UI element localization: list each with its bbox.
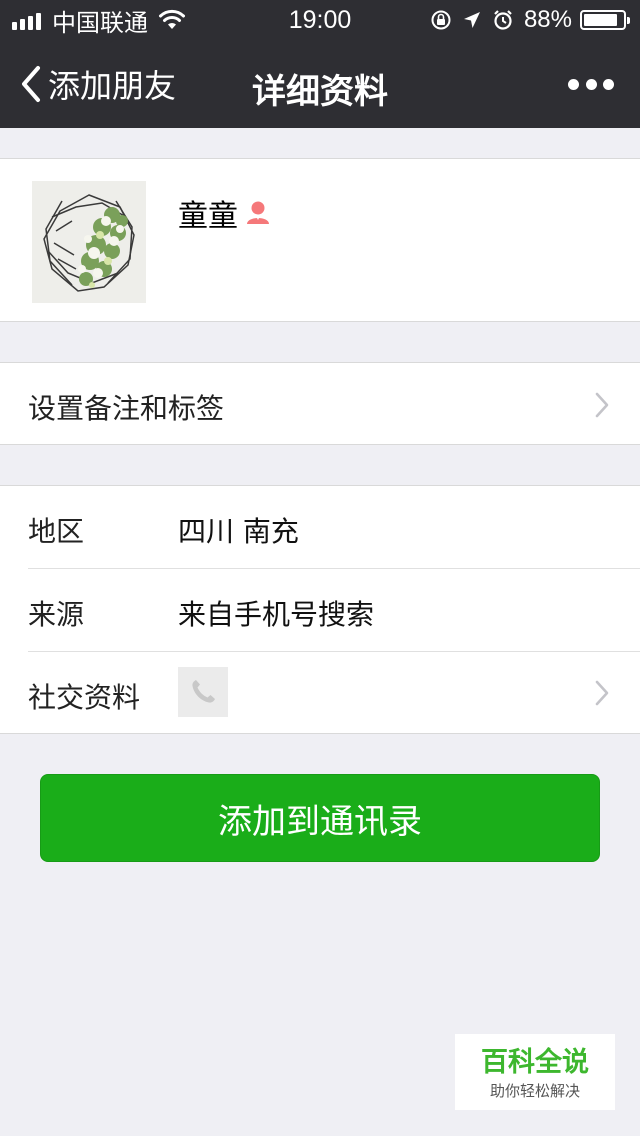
nav-bar: 添加朋友 详细资料 bbox=[0, 40, 640, 128]
battery-percent: 88% bbox=[523, 6, 572, 33]
battery-tip bbox=[627, 17, 630, 24]
phone-icon bbox=[192, 680, 215, 703]
source-row: 来源 来自手机号搜索 bbox=[0, 569, 640, 652]
chevron-right-icon bbox=[595, 392, 609, 418]
watermark-title: 百科全说 bbox=[481, 1047, 589, 1078]
more-button[interactable] bbox=[568, 74, 614, 94]
profile-card: 童童 bbox=[0, 158, 640, 322]
social-profile-label: 社交资料 bbox=[28, 681, 141, 714]
source-label: 来源 bbox=[28, 598, 85, 631]
source-value: 来自手机号搜索 bbox=[178, 598, 375, 631]
nickname: 童童 bbox=[178, 199, 238, 234]
alarm-icon bbox=[494, 10, 512, 30]
region-label: 地区 bbox=[28, 515, 85, 548]
status-bar: 中国联通 19:00 88% bbox=[0, 0, 640, 40]
watermark-subtitle: 助你轻松解决 bbox=[489, 1082, 580, 1100]
battery-fill bbox=[584, 14, 618, 26]
add-to-contacts-button[interactable]: 添加到通讯录 bbox=[40, 774, 600, 862]
female-icon bbox=[247, 201, 269, 224]
social-thumbnail bbox=[178, 667, 228, 717]
chevron-right-icon bbox=[595, 680, 609, 706]
set-remark-label: 设置备注和标签 bbox=[28, 392, 225, 425]
region-row: 地区 四川 南充 bbox=[0, 486, 640, 569]
battery-icon bbox=[580, 10, 630, 30]
watermark: 百科全说 助你轻松解决 bbox=[455, 1034, 615, 1110]
ellipsis-icon bbox=[568, 78, 579, 90]
orientation-lock-icon bbox=[431, 10, 451, 30]
social-profile-row[interactable]: 社交资料 bbox=[0, 652, 640, 735]
avatar[interactable] bbox=[32, 181, 146, 303]
info-group: 地区 四川 南充 来源 来自手机号搜索 社交资料 bbox=[0, 485, 640, 734]
set-remark-row[interactable]: 设置备注和标签 bbox=[0, 362, 640, 445]
nickname-row: 童童 bbox=[178, 191, 272, 235]
page-title: 详细资料 bbox=[252, 72, 388, 112]
wreath-image bbox=[32, 181, 146, 303]
status-right: 88% bbox=[430, 6, 630, 34]
location-icon bbox=[463, 12, 480, 28]
region-value: 四川 南充 bbox=[178, 515, 299, 548]
